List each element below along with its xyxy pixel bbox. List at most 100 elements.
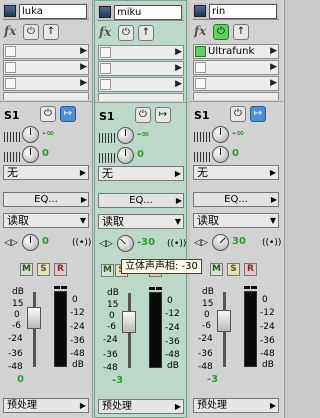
- fx-slot-2[interactable]: ▶: [98, 61, 184, 76]
- fx-slot-power[interactable]: [100, 47, 111, 58]
- send-pan-knob[interactable]: [117, 147, 134, 164]
- fx-slot-power[interactable]: [5, 46, 16, 57]
- automation-mode-dropdown[interactable]: 读取 ▼: [193, 213, 279, 228]
- record-button[interactable]: R: [54, 263, 67, 276]
- volume-icon: [99, 133, 115, 143]
- channel-strip-rin: rin fx ⏻ ↑ Ultrafunk ▶ ▶ ▶ S1 ⏻ ↦ -∞ 0 无 ▶…: [190, 0, 285, 418]
- send-target-dropdown[interactable]: 无 ▶: [3, 165, 89, 180]
- pan-knob[interactable]: [117, 235, 134, 252]
- chevron-right-icon: ▶: [269, 401, 276, 410]
- fx-route-button[interactable]: ↑: [233, 24, 249, 40]
- mute-button[interactable]: M: [101, 264, 114, 277]
- track-icon[interactable]: [99, 6, 111, 18]
- fx-slot-2[interactable]: ▶: [3, 60, 89, 75]
- send-pan-value: 0: [232, 148, 239, 159]
- input-dropdown[interactable]: 预处理 ▶: [98, 399, 184, 414]
- chevron-down-icon: ▼: [174, 217, 181, 226]
- send-volume-value: -∞: [137, 129, 150, 140]
- chevron-right-icon: ▶: [270, 195, 277, 204]
- eq-button[interactable]: EQ... ▶: [193, 192, 279, 207]
- send-pan-knob[interactable]: [22, 146, 39, 163]
- track-header: luka: [3, 3, 89, 20]
- track-name-field[interactable]: miku: [114, 5, 182, 20]
- pan-icon: [99, 153, 115, 163]
- send-volume-knob[interactable]: [22, 126, 39, 143]
- automation-mode-dropdown[interactable]: 读取 ▼: [98, 214, 184, 229]
- volume-fader[interactable]: [27, 307, 41, 329]
- fx-slot-power[interactable]: [195, 46, 206, 57]
- eq-button[interactable]: EQ... ▶: [98, 193, 184, 208]
- send-label: S1: [99, 110, 115, 123]
- fx-icon: fx: [4, 24, 17, 38]
- track-icon[interactable]: [4, 5, 16, 17]
- clip-indicator-l: [244, 286, 250, 289]
- fx-slot-power[interactable]: [100, 63, 111, 74]
- volume-fader[interactable]: [217, 310, 231, 332]
- send-target-dropdown[interactable]: 无 ▶: [193, 165, 279, 180]
- track-name-field[interactable]: luka: [19, 4, 87, 19]
- level-meter: [244, 291, 257, 367]
- fx-power-button[interactable]: ⏻: [213, 24, 229, 40]
- record-button[interactable]: R: [244, 263, 257, 276]
- fx-slot-4[interactable]: [98, 93, 184, 101]
- clip-indicator-l: [54, 286, 60, 289]
- solo-button[interactable]: S: [227, 263, 240, 276]
- stereo-icon[interactable]: ((•)): [167, 237, 186, 251]
- fx-slot-1[interactable]: ▶: [98, 45, 184, 60]
- pan-icon: ◁▷: [194, 238, 208, 248]
- send-pan-knob[interactable]: [212, 146, 229, 163]
- eq-button[interactable]: EQ... ▶: [3, 192, 89, 207]
- send-volume-knob[interactable]: [117, 127, 134, 144]
- chevron-right-icon: ▶: [175, 63, 182, 73]
- send-route-button[interactable]: ↦: [155, 107, 171, 123]
- input-dropdown[interactable]: 预处理 ▶: [3, 398, 89, 413]
- volume-fader[interactable]: [122, 311, 136, 333]
- send-route-button[interactable]: ↦: [60, 106, 76, 122]
- send-label: S1: [194, 109, 210, 122]
- clip-indicator-r: [251, 286, 257, 289]
- fx-route-button[interactable]: ↑: [43, 24, 59, 40]
- send-power-button[interactable]: ⏻: [230, 106, 246, 122]
- chevron-right-icon: ▶: [270, 46, 277, 56]
- fx-slot-power[interactable]: [5, 78, 16, 89]
- send-power-button[interactable]: ⏻: [135, 107, 151, 123]
- fx-slot-1[interactable]: Ultrafunk ▶: [193, 44, 279, 59]
- fx-icon: fx: [99, 25, 112, 39]
- track-icon[interactable]: [194, 5, 206, 17]
- fx-icon: fx: [194, 24, 207, 38]
- send-power-button[interactable]: ⏻: [40, 106, 56, 122]
- fx-slot-3[interactable]: ▶: [98, 77, 184, 92]
- pan-value: 0: [42, 236, 49, 247]
- fx-slot-power[interactable]: [195, 62, 206, 73]
- fx-route-button[interactable]: ↑: [138, 25, 154, 41]
- send-target-dropdown[interactable]: 无 ▶: [98, 166, 184, 181]
- fx-slot-1[interactable]: ▶: [3, 44, 89, 59]
- fx-slot-3[interactable]: ▶: [3, 76, 89, 91]
- fx-slot-4[interactable]: [3, 92, 89, 100]
- input-dropdown[interactable]: 预处理 ▶: [193, 398, 279, 413]
- pan-knob[interactable]: [208, 230, 233, 255]
- automation-mode-dropdown[interactable]: 读取 ▼: [3, 213, 89, 228]
- fx-slot-3[interactable]: ▶: [193, 76, 279, 91]
- fx-power-button[interactable]: ⏻: [23, 24, 39, 40]
- fx-row: fx ⏻ ↑: [98, 25, 184, 43]
- mute-button[interactable]: M: [210, 263, 223, 276]
- mute-button[interactable]: M: [20, 263, 33, 276]
- stereo-icon[interactable]: ((•)): [262, 236, 281, 250]
- channel-strip-luka: luka fx ⏻ ↑ ▶ ▶ ▶ S1 ⏻ ↦ -∞ 0 无 ▶ EQ... ▶ …: [0, 0, 93, 418]
- fx-power-button[interactable]: ⏻: [118, 25, 134, 41]
- stereo-icon[interactable]: ((•)): [72, 236, 91, 250]
- chevron-right-icon: ▶: [175, 79, 182, 89]
- send-volume-knob[interactable]: [212, 126, 229, 143]
- send-route-button[interactable]: ↦: [250, 106, 266, 122]
- fx-slot-power[interactable]: [195, 78, 206, 89]
- clip-indicator-r: [156, 287, 162, 290]
- solo-button[interactable]: S: [37, 263, 50, 276]
- pan-knob[interactable]: [22, 234, 39, 251]
- clip-indicator-r: [61, 286, 67, 289]
- track-name-field[interactable]: rin: [209, 4, 277, 19]
- fx-slot-power[interactable]: [5, 62, 16, 73]
- fx-slot-power[interactable]: [100, 79, 111, 90]
- fx-slot-2[interactable]: ▶: [193, 60, 279, 75]
- fx-slot-4[interactable]: [193, 92, 279, 100]
